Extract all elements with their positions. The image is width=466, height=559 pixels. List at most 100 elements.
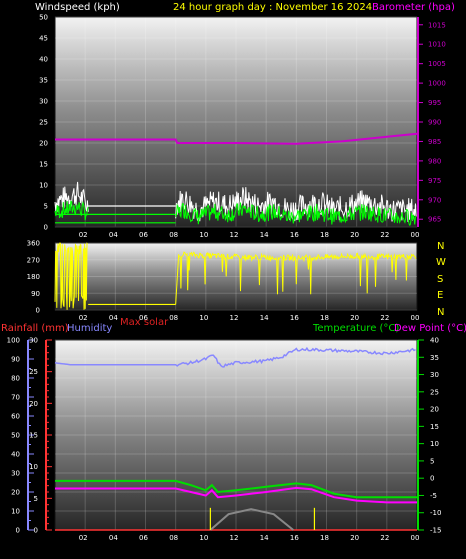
x-tick-label: 14 xyxy=(260,314,269,322)
temperature-y-tick-label: 10 xyxy=(430,440,439,448)
x-tick-label: 14 xyxy=(260,534,269,542)
barometer-y-tick-label: 1010 xyxy=(428,41,446,49)
humidity-label: Humidity xyxy=(67,323,112,334)
x-tick-label: 00 xyxy=(411,231,420,239)
temperature-y-tick-label: 5 xyxy=(430,457,434,465)
direction-y-tick-label: 0 xyxy=(36,307,40,315)
x-tick-label: 18 xyxy=(320,231,329,239)
temperature-y-tick-label: 20 xyxy=(430,406,439,414)
wind-y-tick-label: 45 xyxy=(39,35,48,43)
rain-y-tick-label: 15 xyxy=(29,432,38,440)
direction-y-tick-label: 90 xyxy=(31,290,40,298)
temperature-label: Temperature (°C) xyxy=(312,323,399,334)
dewpoint-label: Dew Point (°C) xyxy=(394,323,466,334)
x-tick-label: 18 xyxy=(320,314,329,322)
weather-graph-page: Windspeed (kph) 24 hour graph day : Nove… xyxy=(0,0,466,555)
x-tick-label: 08 xyxy=(169,534,178,542)
humidity-y-tick-label: 50 xyxy=(11,432,20,440)
wind-y-tick-label: 10 xyxy=(39,182,48,190)
x-tick-label: 18 xyxy=(320,534,329,542)
temperature-y-tick-label: 35 xyxy=(430,354,439,362)
x-tick-label: 10 xyxy=(199,314,208,322)
wind-y-tick-label: 30 xyxy=(39,98,48,106)
rain-y-tick-label: 25 xyxy=(29,368,38,376)
temperature-y-tick-label: -15 xyxy=(430,527,441,535)
direction-y-tick-label: 360 xyxy=(27,240,40,248)
x-tick-label: 08 xyxy=(169,314,178,322)
x-tick-label: 22 xyxy=(380,534,389,542)
wind-y-tick-label: 20 xyxy=(39,140,48,148)
temperature-y-tick-label: 30 xyxy=(430,371,439,379)
humidity-y-tick-label: 30 xyxy=(11,470,20,478)
x-tick-label: 02 xyxy=(79,534,88,542)
x-tick-label: 10 xyxy=(199,534,208,542)
humidity-y-tick-label: 80 xyxy=(11,375,20,383)
humidity-y-tick-label: 100 xyxy=(7,337,20,345)
humidity-y-tick-label: 20 xyxy=(11,489,20,497)
x-tick-label: 20 xyxy=(350,534,359,542)
x-tick-label: 10 xyxy=(199,231,208,239)
barometer-y-tick-label: 980 xyxy=(428,157,441,165)
barometer-y-tick-label: 995 xyxy=(428,99,441,107)
x-tick-label: 02 xyxy=(79,231,88,239)
humidity-y-tick-label: 60 xyxy=(11,413,20,421)
x-tick-label: 20 xyxy=(350,314,359,322)
x-tick-label: 08 xyxy=(169,231,178,239)
rain-y-tick-label: 5 xyxy=(34,495,38,503)
wind-y-tick-label: 35 xyxy=(39,77,48,85)
x-tick-label: 16 xyxy=(290,231,299,239)
rain-y-tick-label: 0 xyxy=(34,527,38,535)
barometer-y-tick-label: 1005 xyxy=(428,60,446,68)
direction-letter-n-top: N xyxy=(437,241,444,252)
humidity-y-tick-label: 90 xyxy=(11,356,20,364)
rain-y-tick-label: 30 xyxy=(29,337,38,345)
barometer-y-tick-label: 1000 xyxy=(428,80,446,88)
x-tick-label: 22 xyxy=(380,314,389,322)
barometer-y-tick-label: 970 xyxy=(428,196,441,204)
wind-y-tick-label: 0 xyxy=(44,224,48,232)
x-tick-label: 20 xyxy=(350,231,359,239)
temperature-y-tick-label: -5 xyxy=(430,492,437,500)
x-tick-label: 12 xyxy=(230,231,239,239)
barometer-y-tick-label: 975 xyxy=(428,177,441,185)
temperature-y-tick-label: 40 xyxy=(430,337,439,345)
temperature-y-tick-label: -10 xyxy=(430,509,441,517)
x-tick-label: 16 xyxy=(290,534,299,542)
temperature-y-tick-label: 25 xyxy=(430,388,439,396)
rainfall-label: Rainfall (mm) xyxy=(1,323,69,334)
humidity-y-tick-label: 10 xyxy=(11,508,20,516)
x-tick-label: 00 xyxy=(411,314,420,322)
x-tick-label: 14 xyxy=(260,231,269,239)
barometer-y-tick-label: 1015 xyxy=(428,21,446,29)
wind-y-tick-label: 25 xyxy=(39,119,48,127)
temperature-y-tick-label: 0 xyxy=(430,475,434,483)
direction-y-tick-label: 270 xyxy=(27,256,40,264)
graph-title: 24 hour graph day : November 16 2024 xyxy=(173,2,372,13)
rain-y-tick-label: 20 xyxy=(29,400,38,408)
humidity-y-tick-label: 0 xyxy=(16,527,20,535)
direction-letter-w: W xyxy=(436,257,446,268)
barometer-label: Barometer (hpa) xyxy=(372,2,455,13)
wind-y-tick-label: 50 xyxy=(39,14,48,22)
barometer-y-tick-label: 985 xyxy=(428,138,441,146)
wind-y-tick-label: 5 xyxy=(44,203,48,211)
barometer-y-tick-label: 965 xyxy=(428,216,441,224)
x-tick-label: 12 xyxy=(230,534,239,542)
barometer-y-tick-label: 990 xyxy=(428,119,441,127)
x-tick-label: 06 xyxy=(139,231,148,239)
direction-letter-e: E xyxy=(437,290,443,301)
x-tick-label: 06 xyxy=(139,314,148,322)
wind-y-tick-label: 40 xyxy=(39,56,48,64)
x-tick-label: 04 xyxy=(109,314,118,322)
rain-y-tick-label: 10 xyxy=(29,463,38,471)
wind-y-tick-label: 15 xyxy=(39,161,48,169)
x-tick-label: 12 xyxy=(230,314,239,322)
windspeed-label: Windspeed (kph) xyxy=(35,2,120,13)
weather-graph-canvas: Windspeed (kph) 24 hour graph day : Nove… xyxy=(1,2,466,542)
x-tick-label: 00 xyxy=(411,534,420,542)
x-tick-label: 22 xyxy=(380,231,389,239)
x-tick-label: 04 xyxy=(109,231,118,239)
humidity-y-tick-label: 70 xyxy=(11,394,20,402)
direction-y-tick-label: 180 xyxy=(27,273,40,281)
humidity-y-tick-label: 40 xyxy=(11,451,20,459)
